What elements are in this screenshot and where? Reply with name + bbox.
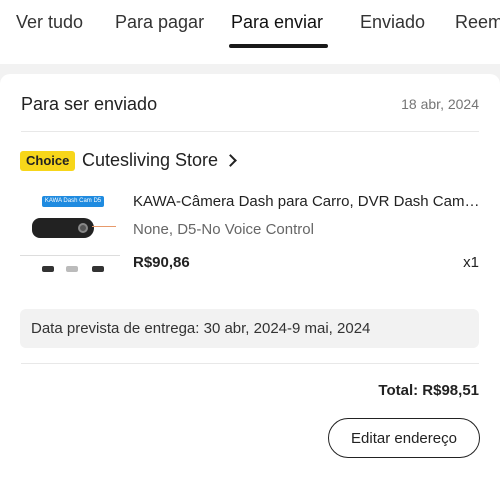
pointer-line bbox=[92, 226, 116, 227]
chevron-right-icon bbox=[224, 154, 237, 167]
store-link[interactable]: Cutesliving Store bbox=[82, 150, 237, 171]
product-image-banner: KAWA Dash Cam D5 bbox=[42, 196, 104, 207]
tab-para-pagar[interactable]: Para pagar bbox=[115, 12, 204, 33]
camera-lens-graphic bbox=[78, 223, 88, 233]
delivery-estimate: Data prevista de entrega: 30 abr, 2024-9… bbox=[20, 309, 479, 348]
store-name: Cutesliving Store bbox=[82, 150, 219, 170]
divider bbox=[21, 131, 479, 132]
order-total: Total: R$98,51 bbox=[378, 382, 479, 399]
order-date: 18 abr, 2024 bbox=[401, 96, 479, 112]
product-quantity: x1 bbox=[463, 254, 479, 271]
accessory-graphic bbox=[42, 266, 54, 272]
tab-ver-tudo[interactable]: Ver tudo bbox=[16, 12, 83, 33]
divider bbox=[21, 363, 479, 364]
tab-enviado[interactable]: Enviado bbox=[360, 12, 425, 33]
choice-badge: Choice bbox=[20, 151, 76, 171]
tab-reembolso[interactable]: Reem bbox=[455, 12, 500, 33]
order-tabs: Ver tudo Para pagar Para enviar Enviado … bbox=[0, 0, 500, 64]
image-divider bbox=[20, 255, 120, 256]
product-variant: None, D5-No Voice Control bbox=[133, 221, 314, 238]
product-title[interactable]: KAWA-Câmera Dash para Carro, DVR Dash Ca… bbox=[133, 193, 483, 210]
edit-address-button[interactable]: Editar endereço bbox=[328, 418, 480, 458]
product-price: R$90,86 bbox=[133, 254, 190, 271]
product-image[interactable]: KAWA Dash Cam D5 bbox=[20, 192, 120, 288]
tab-para-enviar[interactable]: Para enviar bbox=[231, 12, 323, 33]
order-status-title: Para ser enviado bbox=[21, 94, 158, 114]
order-card: Para ser enviado 18 abr, 2024 Choice Cut… bbox=[0, 74, 500, 484]
accessory-graphic bbox=[92, 266, 104, 272]
accessory-graphic bbox=[66, 266, 78, 272]
active-tab-underline bbox=[229, 44, 328, 48]
